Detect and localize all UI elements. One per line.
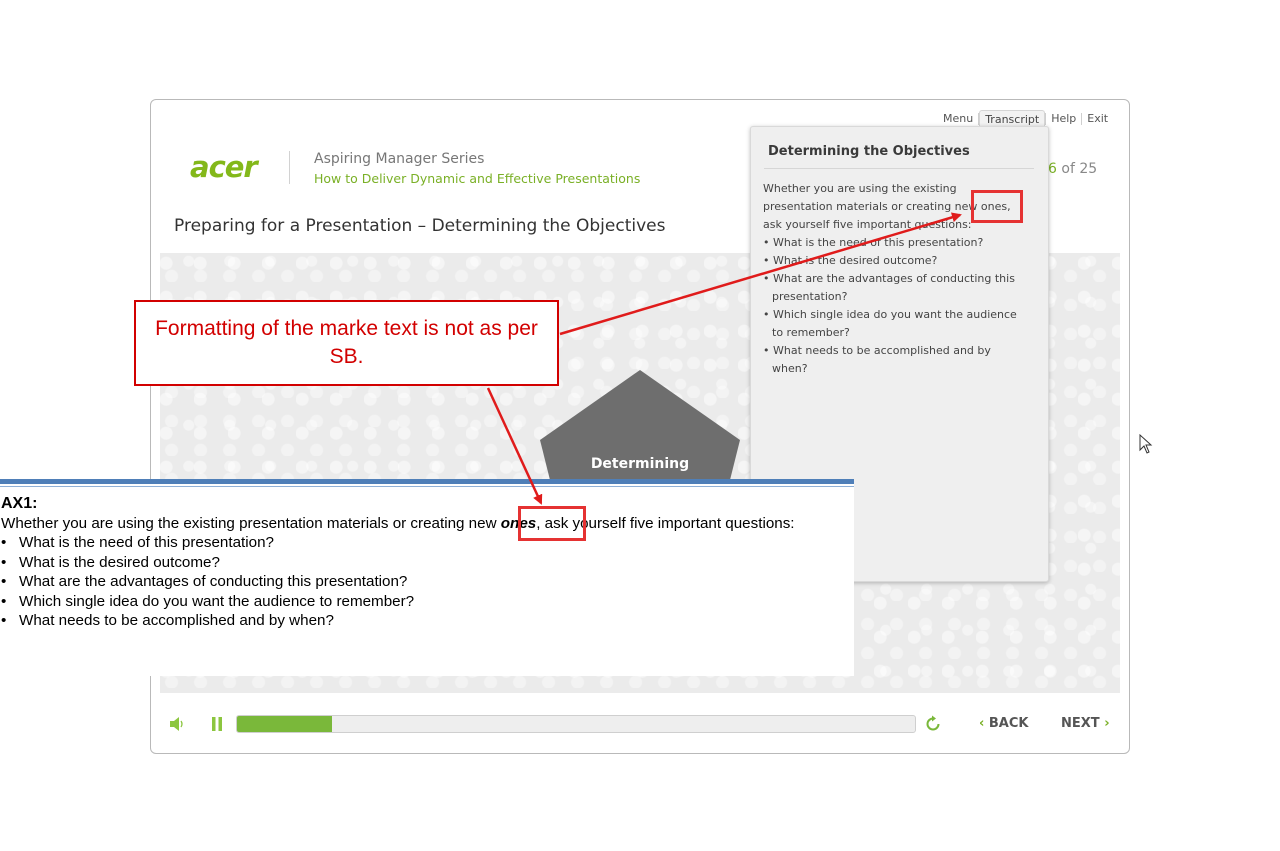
bullet-dot: • <box>1 592 7 610</box>
ax-bullet: • What is the desired outcome? <box>1 553 853 572</box>
transcript-bullet: • What needs to be accomplished and by w… <box>763 344 991 375</box>
bullet-dot: • <box>1 553 7 571</box>
ax-heading: AX1: <box>1 495 38 512</box>
ax-bullet-text: What is the desired outcome? <box>19 553 220 571</box>
ax-bullet-text: What are the advantages of conducting th… <box>19 573 408 591</box>
ax-text: Whether you are using the existing prese… <box>1 514 853 630</box>
header-divider <box>289 151 290 184</box>
bullet-dot: • <box>1 612 7 630</box>
highlight-box-transcript <box>971 190 1023 223</box>
transcript-divider <box>764 168 1034 169</box>
progress-fill <box>237 716 332 732</box>
course-title: How to Deliver Dynamic and Effective Pre… <box>314 171 641 186</box>
storyboard-panel-line <box>0 486 854 487</box>
ax-bullet: • Which single idea do you want the audie… <box>1 592 853 611</box>
storyboard-panel-border <box>0 479 854 484</box>
ax-bullet: • What is the need of this presentation? <box>1 533 853 552</box>
transcript-bullet: • Which single idea do you want the audi… <box>763 308 1017 339</box>
chevron-right-icon: › <box>1104 716 1110 731</box>
review-callout: Formatting of the marke text is not as p… <box>134 300 559 386</box>
ax-bullet-text: What needs to be accomplished and by whe… <box>19 612 334 630</box>
next-label: NEXT <box>1061 716 1100 731</box>
pentagon-label: Determining <box>590 456 690 472</box>
back-button[interactable]: ‹ BACK <box>979 716 1028 731</box>
page-current: 6 <box>1048 161 1057 177</box>
page-counter: 6 of 25 <box>1048 161 1097 177</box>
speaker-icon[interactable] <box>169 716 185 732</box>
bullet-dot: • <box>1 573 7 591</box>
series-title: Aspiring Manager Series <box>314 151 485 167</box>
transcript-bullet: • What is the desired outcome? <box>763 254 938 267</box>
ax-bullet-text: What is the need of this presentation? <box>19 534 274 552</box>
chevron-left-icon: ‹ <box>979 716 985 731</box>
ax-bullet: • What needs to be accomplished and by wh… <box>1 611 853 630</box>
ax-bullet-text: Which single idea do you want the audien… <box>19 592 415 610</box>
slide-title: Preparing for a Presentation – Determini… <box>174 216 666 236</box>
ax-intro: Whether you are using the existing prese… <box>1 514 853 533</box>
page-total: of 25 <box>1061 161 1098 177</box>
replay-icon[interactable] <box>924 715 942 733</box>
ax-intro-before: Whether you are using the existing prese… <box>1 515 501 532</box>
progress-bar[interactable] <box>236 715 916 733</box>
mouse-cursor-icon <box>1139 434 1153 454</box>
highlight-box-ax <box>518 506 586 541</box>
bullet-dot: • <box>1 534 7 552</box>
back-label: BACK <box>988 716 1029 731</box>
exit-link[interactable]: Exit <box>1082 110 1113 128</box>
help-link[interactable]: Help <box>1046 110 1081 128</box>
pause-icon[interactable] <box>210 716 224 732</box>
transcript-heading: Determining the Objectives <box>768 144 970 159</box>
transcript-bullet: • What are the advantages of conducting … <box>763 272 1015 303</box>
acer-logo: acer <box>190 150 258 184</box>
next-button[interactable]: NEXT › <box>1061 716 1110 731</box>
transcript-bullet: • What is the need of this presentation? <box>763 236 984 249</box>
ax-bullet: • What are the advantages of conducting t… <box>1 572 853 591</box>
